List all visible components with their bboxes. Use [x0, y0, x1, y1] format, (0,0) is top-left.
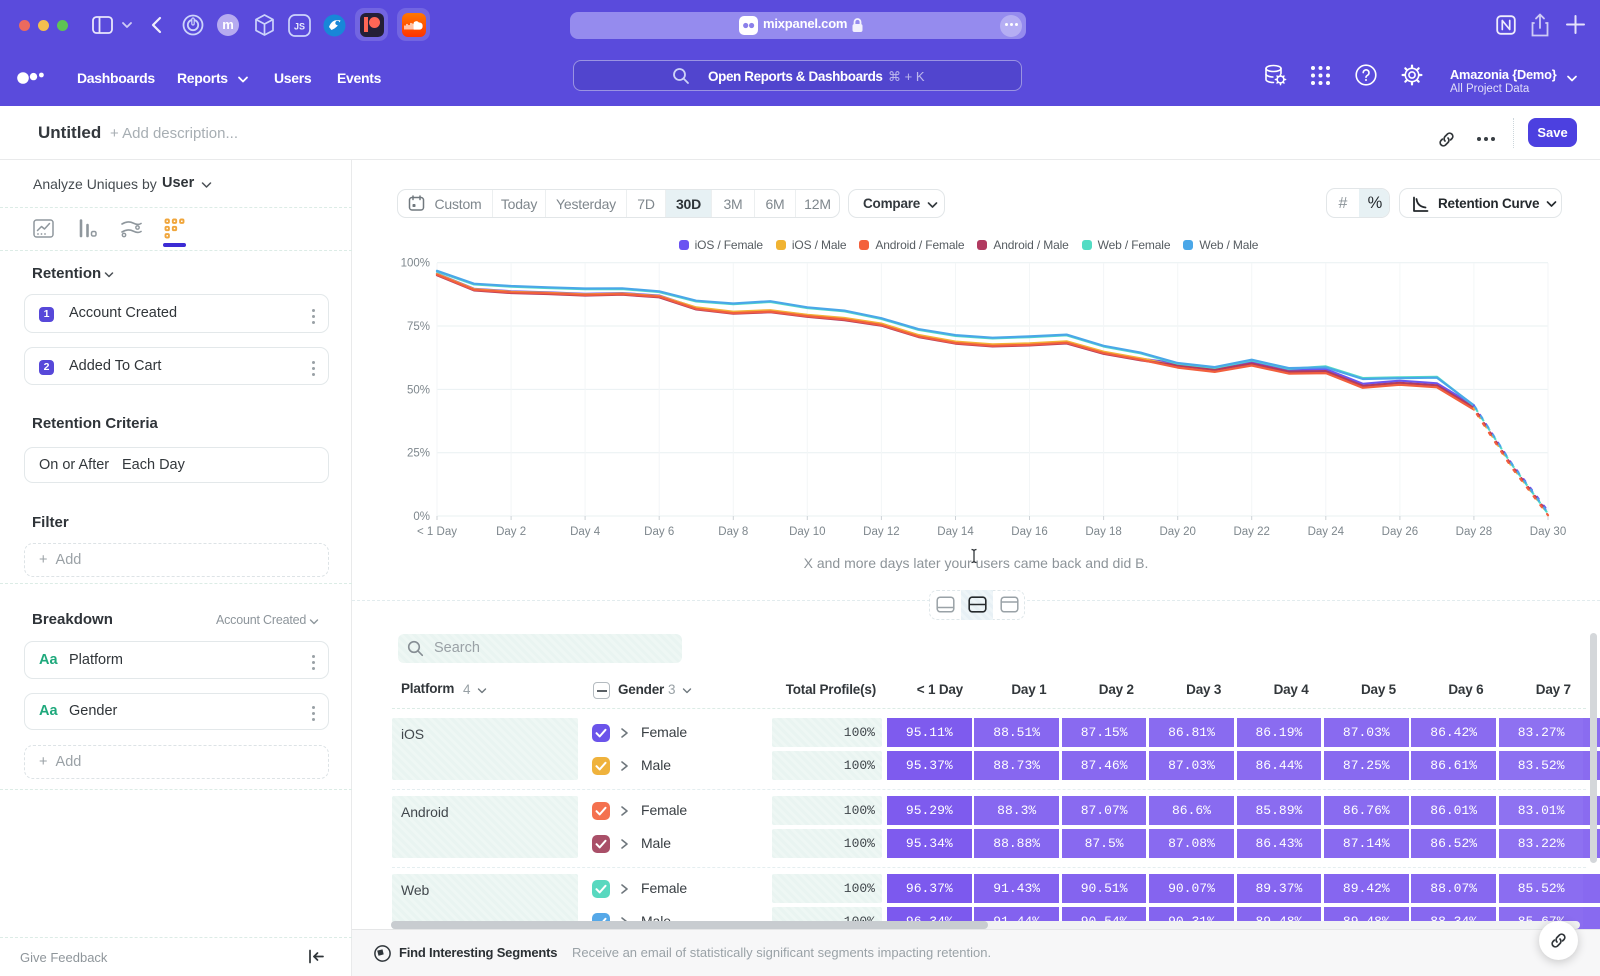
svg-text:Day 8: Day 8 — [718, 526, 748, 538]
svg-text:Day 14: Day 14 — [937, 526, 974, 538]
svg-text:< 1 Day: < 1 Day — [417, 526, 457, 538]
svg-text:0%: 0% — [413, 511, 430, 523]
svg-text:Day 4: Day 4 — [570, 526, 601, 538]
svg-text:50%: 50% — [407, 384, 430, 396]
svg-text:Day 16: Day 16 — [1011, 526, 1047, 538]
svg-text:Day 26: Day 26 — [1382, 526, 1418, 538]
svg-text:Day 6: Day 6 — [644, 526, 674, 538]
svg-text:Day 20: Day 20 — [1159, 526, 1195, 538]
svg-text:Day 30: Day 30 — [1530, 526, 1566, 538]
svg-text:Day 18: Day 18 — [1085, 526, 1121, 538]
svg-text:Day 12: Day 12 — [863, 526, 899, 538]
svg-text:Day 2: Day 2 — [496, 526, 526, 538]
svg-text:Day 24: Day 24 — [1308, 526, 1345, 538]
svg-text:75%: 75% — [407, 321, 430, 333]
svg-text:JS: JS — [294, 22, 305, 32]
svg-text:Day 22: Day 22 — [1233, 526, 1269, 538]
svg-text:Day 10: Day 10 — [789, 526, 825, 538]
svg-text:100%: 100% — [401, 258, 430, 270]
svg-text:Day 28: Day 28 — [1456, 526, 1492, 538]
svg-text:25%: 25% — [407, 448, 430, 460]
